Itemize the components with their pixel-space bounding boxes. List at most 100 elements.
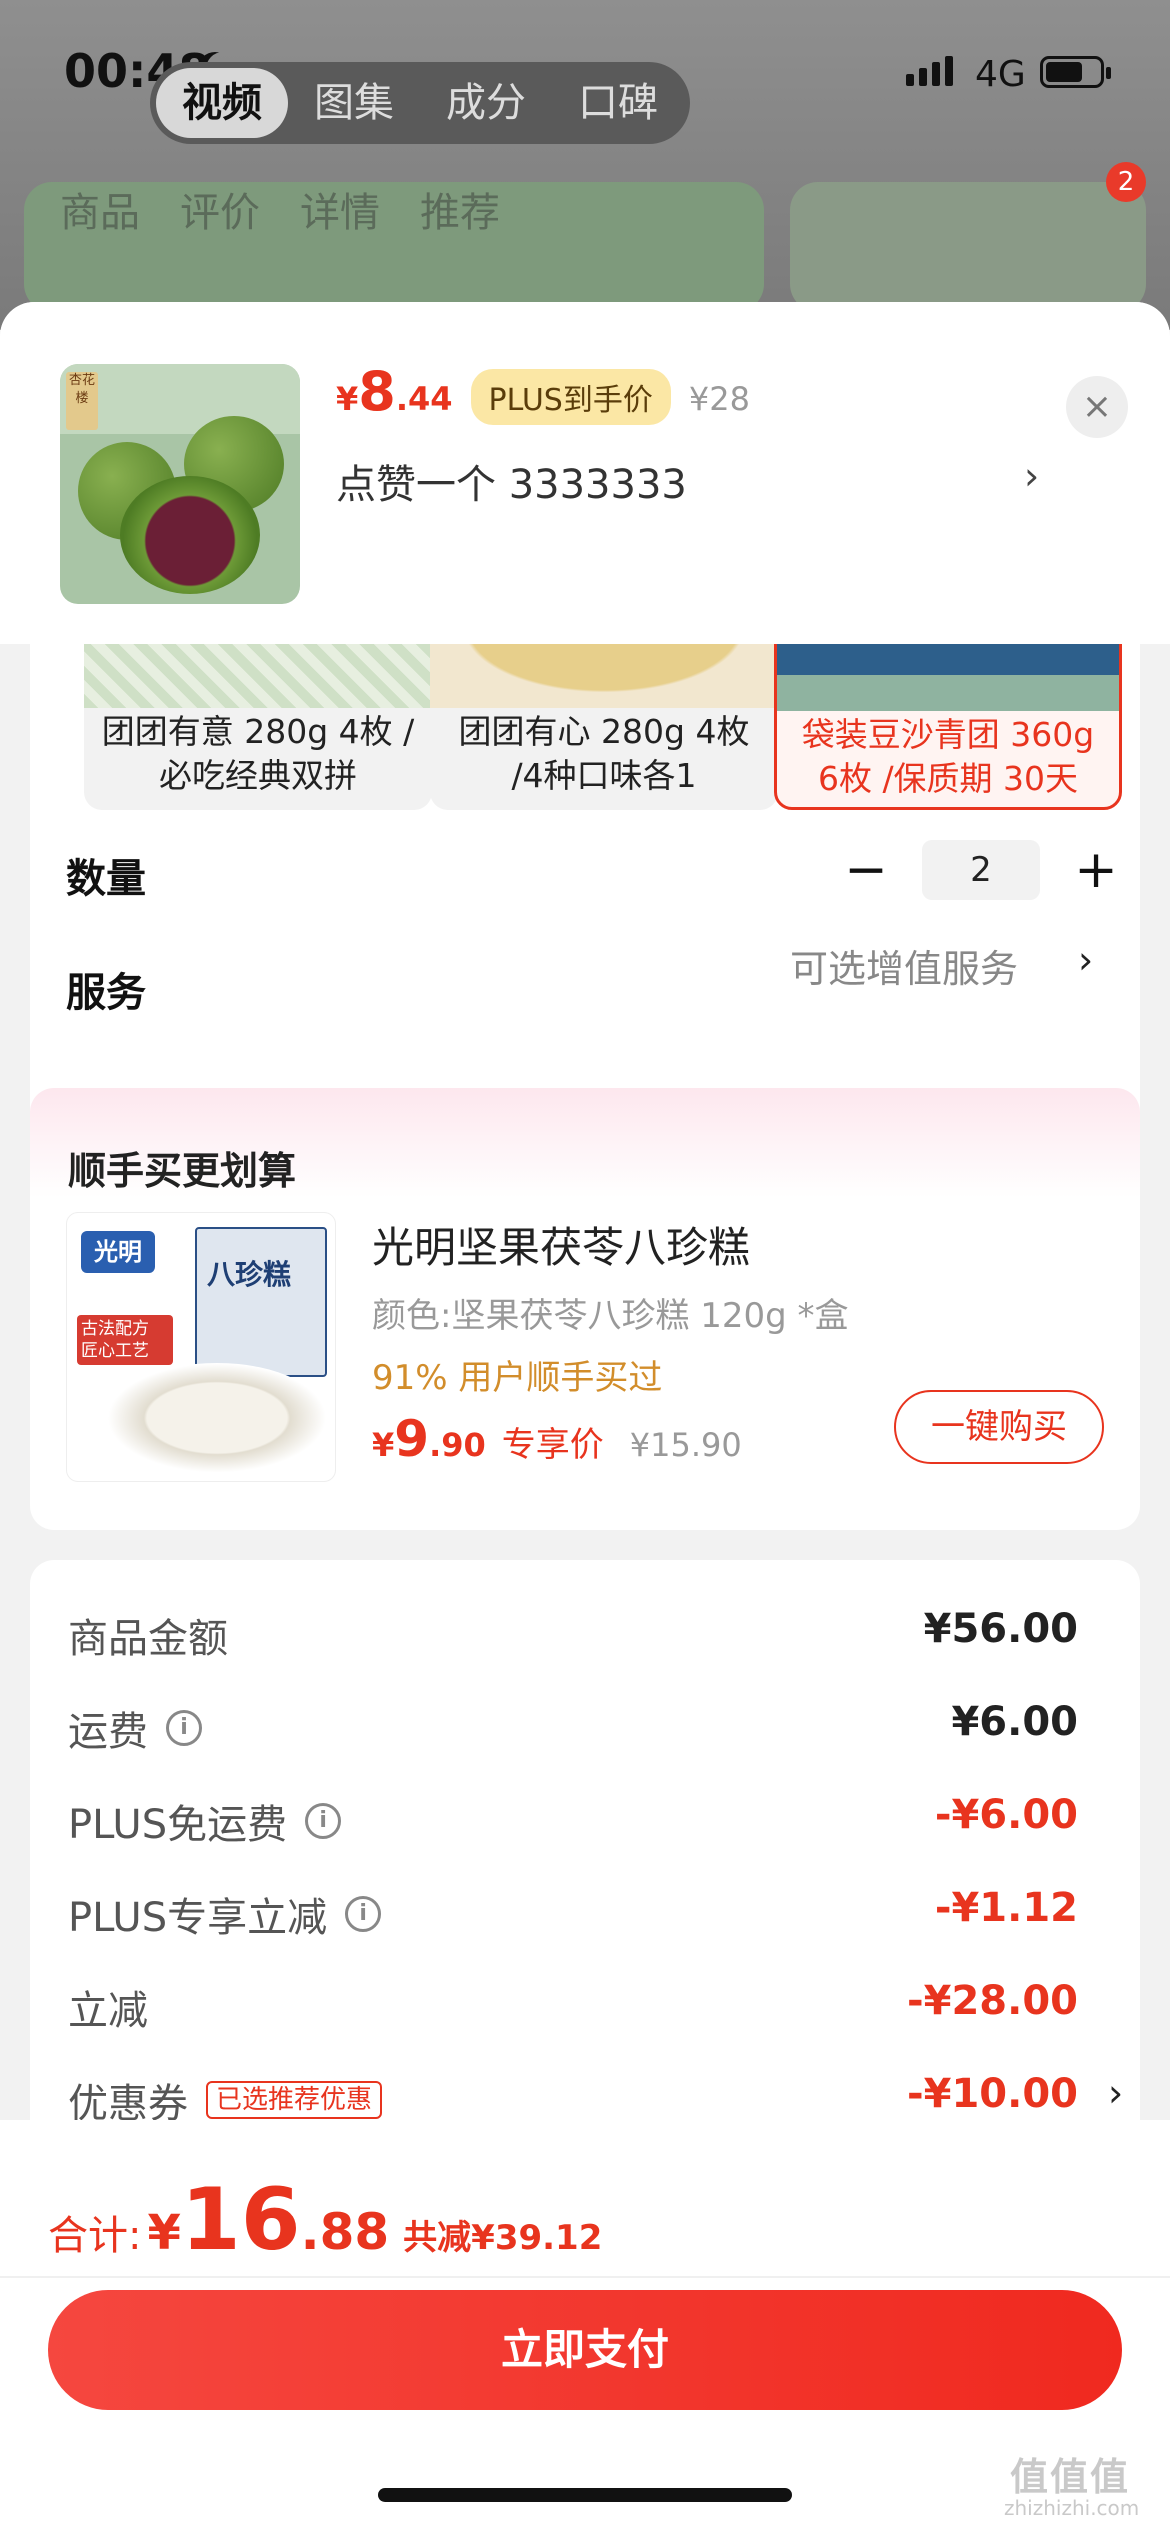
- tab-ingredients[interactable]: 成分: [420, 68, 552, 138]
- cart-badge: 2: [1106, 162, 1146, 202]
- service-label: 服务: [66, 970, 146, 1016]
- fee-row: PLUS专享立减 i -¥1.12: [68, 1885, 1078, 1945]
- product-price-dec: .44: [395, 380, 453, 418]
- media-tabs: 视频 图集 成分 口碑: [150, 62, 690, 144]
- spec-option-label: 袋装豆沙青团 360g 6枚 /保质期 30天: [801, 715, 1095, 798]
- bg-nav-item: 详情: [300, 190, 380, 236]
- addon-box-title: 八珍糕: [207, 1258, 292, 1291]
- close-button[interactable]: ×: [1066, 376, 1128, 438]
- divider: [0, 2276, 1170, 2278]
- product-price-yen: ¥: [336, 380, 359, 418]
- fee-value: -¥28.00: [907, 1978, 1078, 2024]
- info-icon[interactable]: i: [166, 1710, 202, 1746]
- spec-option-label: 团团有心 280g 4枚 /4种口味各1: [458, 712, 750, 795]
- tab-reviews[interactable]: 口碑: [552, 68, 684, 138]
- battery-icon: [1040, 56, 1111, 88]
- fee-value: -¥1.12: [934, 1885, 1078, 1931]
- decrement-button[interactable]: −: [836, 840, 896, 900]
- fee-value: -¥6.00: [934, 1792, 1078, 1838]
- quantity-stepper: − 2 +: [836, 840, 1126, 900]
- thumb-brand: 杏花楼: [66, 372, 98, 430]
- fee-label: 商品金额: [68, 1616, 228, 1662]
- fee-label: 立减: [68, 1988, 148, 2034]
- addon-section-title: 顺手买更划算: [68, 1149, 297, 1193]
- selected-spec[interactable]: 点赞一个 3333333: [336, 452, 687, 510]
- addon-plate: [107, 1363, 327, 1473]
- info-icon[interactable]: i: [345, 1896, 382, 1932]
- product-price: ¥8.44: [336, 360, 453, 423]
- addon-price-dec: .90: [429, 1426, 486, 1464]
- pay-now-button[interactable]: 立即支付: [48, 2290, 1122, 2410]
- fee-value: -¥10.00: [907, 2071, 1078, 2117]
- addon-card: 顺手买更划算 光明 八珍糕 古法配方 匠心工艺 光明坚果茯苓八珍糕 颜色:坚果茯…: [30, 1088, 1140, 1530]
- addon-price-yen: ¥: [372, 1426, 395, 1464]
- fee-row: 立减 -¥28.00: [68, 1978, 1078, 2038]
- fee-label: PLUS免运费: [68, 1802, 288, 1848]
- addon-original-price: ¥15.90: [629, 1426, 742, 1464]
- spec-option-label: 团团有意 280g 4枚 /必吃经典双拼: [101, 712, 415, 795]
- quantity-input[interactable]: 2: [922, 840, 1040, 900]
- bg-nav-item: 评价: [180, 190, 260, 236]
- checkout-bar: 合计: ¥ 16 .88 共减¥39.12 立即支付: [0, 2120, 1170, 2532]
- product-price-int: 8: [358, 360, 396, 423]
- info-icon[interactable]: i: [305, 1803, 342, 1839]
- spec-option[interactable]: 团团有心 280g 4枚 /4种口味各1: [430, 618, 778, 810]
- service-chevron-icon[interactable]: ›: [1078, 938, 1093, 982]
- total-label: 合计:: [48, 2213, 142, 2259]
- signal-icon: [906, 56, 953, 86]
- coupon-chevron-icon[interactable]: ›: [1108, 2071, 1123, 2115]
- fee-row: PLUS免运费 i -¥6.00: [68, 1792, 1078, 1852]
- tab-video[interactable]: 视频: [156, 68, 288, 138]
- price-row: ¥8.44 PLUS到手价 ¥28: [336, 360, 750, 425]
- quantity-label: 数量: [66, 856, 146, 902]
- total-saved: 共减¥39.12: [403, 2218, 603, 2258]
- spec-option-selected[interactable]: 袋装豆沙青团 360g 6枚 /保质期 30天: [774, 618, 1122, 810]
- fee-breakdown: 商品金额 ¥56.00 运费 i ¥6.00 PLUS免运费 i -¥6.00 PL…: [30, 1560, 1140, 2120]
- addon-stat: 91% 用户顺手买过: [372, 1358, 663, 1398]
- addon-image-tag: 古法配方 匠心工艺: [77, 1315, 173, 1365]
- plus-price-badge: PLUS到手价: [470, 369, 671, 425]
- tab-gallery[interactable]: 图集: [288, 68, 420, 138]
- addon-price-main: ¥9.90: [372, 1410, 486, 1468]
- original-price: ¥28: [688, 380, 750, 418]
- fee-label: 优惠券: [68, 2081, 188, 2120]
- background-banner-2: [790, 182, 1146, 312]
- product-thumbnail: 杏花楼: [60, 364, 300, 604]
- fee-label: PLUS专享立减: [68, 1895, 328, 1941]
- fee-label: 运费: [68, 1709, 148, 1755]
- thumb-bun-cut: [120, 476, 260, 594]
- fee-value: ¥56.00: [923, 1606, 1078, 1652]
- addon-logo: 光明: [81, 1231, 155, 1273]
- addon-image[interactable]: 光明 八珍糕 古法配方 匠心工艺: [66, 1212, 336, 1482]
- addon-price-int: 9: [394, 1410, 430, 1468]
- fee-row: 运费 i ¥6.00: [68, 1699, 1078, 1759]
- fee-value: ¥6.00: [951, 1699, 1078, 1745]
- coupon-tag: 已选推荐优惠: [206, 2081, 383, 2119]
- bg-nav-item: 推荐: [420, 190, 500, 236]
- addon-spec: 颜色:坚果茯苓八珍糕 120g *盒: [372, 1296, 849, 1336]
- coupon-row[interactable]: 优惠券 已选推荐优惠 -¥10.00: [68, 2071, 1078, 2120]
- service-value[interactable]: 可选增值服务: [790, 938, 1018, 993]
- addon-price-tag: 专享价: [501, 1425, 604, 1465]
- purchase-sheet: 团团有意 280g 4枚 /必吃经典双拼 团团有心 280g 4枚 /4种口味各…: [0, 302, 1170, 2120]
- bg-nav-item: 商品: [60, 190, 140, 236]
- background-nav: 商品 评价 详情 推荐: [60, 180, 500, 238]
- total-yen: ¥: [147, 2205, 181, 2261]
- order-total: 合计: ¥ 16 .88 共减¥39.12: [48, 2170, 602, 2270]
- product-header: 杏花楼 ¥8.44 PLUS到手价 ¥28 点赞一个 3333333 › ×: [0, 302, 1170, 644]
- watermark-logo: 值值值: [1010, 2455, 1131, 2499]
- total-int: 16: [180, 2170, 301, 2270]
- one-click-buy-button[interactable]: 一键购买: [894, 1390, 1104, 1464]
- battery-level: [1046, 62, 1083, 82]
- addon-box: 八珍糕: [195, 1227, 327, 1377]
- network-type: 4G: [975, 54, 1026, 95]
- spec-option[interactable]: 团团有意 280g 4枚 /必吃经典双拼: [84, 618, 432, 810]
- addon-name[interactable]: 光明坚果茯苓八珍糕: [372, 1214, 750, 1275]
- addon-price: ¥9.90 专享价 ¥15.90: [372, 1410, 742, 1468]
- fee-row: 商品金额 ¥56.00: [68, 1606, 1078, 1666]
- home-indicator[interactable]: [378, 2488, 792, 2502]
- increment-button[interactable]: +: [1066, 840, 1126, 900]
- chevron-right-icon[interactable]: ›: [1024, 454, 1039, 498]
- watermark-url: zhizhizhi.com: [1004, 2496, 1140, 2520]
- total-dec: .88: [300, 2203, 390, 2261]
